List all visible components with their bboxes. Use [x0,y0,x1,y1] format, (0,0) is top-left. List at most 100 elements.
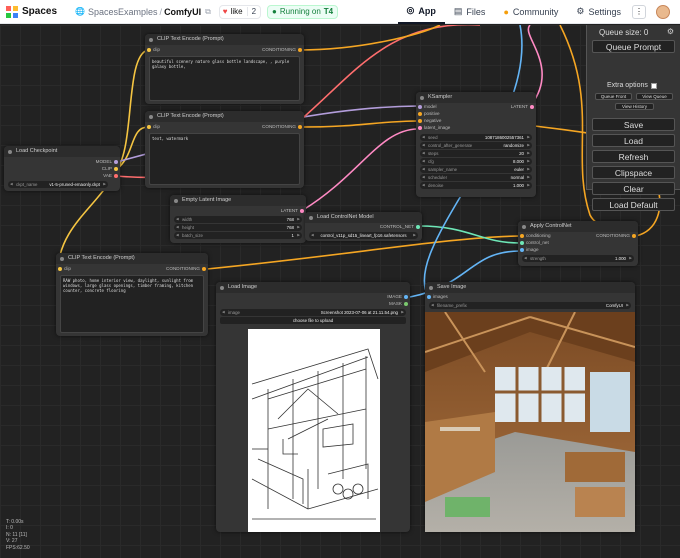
clip-text-encode-node-negative[interactable]: CLIP Text Encode (Prompt) clip CONDITION… [145,111,304,188]
port-label: IMAGE [387,294,402,299]
widget-label: strength [530,256,546,261]
control-net-output-port[interactable]: CONTROL_NET [380,224,422,230]
image-input-port[interactable]: image [518,247,539,253]
negative-input-port[interactable]: negative [416,118,441,124]
control-net-name-select[interactable]: control_v11p_sd15_lineart_fp16.safetenso… [309,232,418,239]
node-title[interactable]: Load Image [216,282,410,293]
load-controlnet-node[interactable]: Load ControlNet Model CONTROL_NET contro… [305,212,422,241]
width-widget[interactable]: width 768 [174,216,302,223]
tab-community[interactable]: ● Community [494,0,567,24]
queue-front-button[interactable]: Queue Front [595,93,632,100]
node-title[interactable]: CLIP Text Encode (Prompt) [56,253,208,264]
batch-size-widget[interactable]: batch_size 1 [174,232,302,239]
node-title[interactable]: CLIP Text Encode (Prompt) [145,34,304,45]
prompt-textarea[interactable]: beautiful scenery nature glass bottle la… [149,56,300,101]
ckpt-name-select[interactable]: ckpt_name v1-5-pruned-emaonly.ckpt [8,181,108,188]
status-badge[interactable]: ● Running on T4 [267,4,339,19]
widget-value: 1.000 [513,183,524,188]
load-button[interactable]: Load [592,134,675,147]
image-output-port[interactable]: IMAGE [387,294,410,300]
save-button[interactable]: Save [592,118,675,131]
clip-text-encode-node-top[interactable]: CLIP Text Encode (Prompt) clip CONDITION… [145,34,304,104]
load-default-button[interactable]: Load Default [592,198,675,211]
images-input-port[interactable]: images [425,294,448,300]
load-image-node[interactable]: Load Image IMAGE MASK image Screenshot 20… [216,282,410,532]
conditioning-output-port[interactable]: CONDITIONING [596,233,638,239]
spaces-logo[interactable]: Spaces [6,5,57,18]
like-label: like [230,7,243,16]
clear-button[interactable]: Clear [592,182,675,195]
height-widget[interactable]: height 768 [174,224,302,231]
latent-output-port[interactable]: LATENT [511,104,536,110]
clip-text-encode-node-positive[interactable]: CLIP Text Encode (Prompt) clip CONDITION… [56,253,208,336]
apply-controlnet-node[interactable]: Apply ControlNet conditioning control_ne… [518,221,638,266]
control-after-generate-widget[interactable]: control_after_generate randomize [420,142,532,149]
port-label: MODEL [95,159,112,164]
node-title[interactable]: Load Checkpoint [4,146,120,157]
clip-input-port[interactable]: clip [56,266,71,272]
graph-canvas[interactable]: CLIP Text Encode (Prompt) clip CONDITION… [0,25,680,558]
extra-options-checkbox[interactable] [650,82,657,89]
widget-label: steps [428,151,439,156]
conditioning-output-port[interactable]: CONDITIONING [262,124,304,130]
clip-input-port[interactable]: clip [145,47,160,53]
like-button[interactable]: ♥ like 2 [218,4,262,19]
node-title[interactable]: Empty Latent Image [170,195,306,206]
control-net-input-port[interactable]: control_net [518,240,549,246]
settings-gear-icon[interactable]: ⚙ [667,27,674,36]
denoise-widget[interactable]: denoise 1.000 [420,182,532,189]
model-output-port[interactable]: MODEL [96,159,120,165]
org-link[interactable]: SpacesExamples [88,7,158,17]
scheduler-widget[interactable]: scheduler normal [420,174,532,181]
vae-output-port[interactable]: VAE [103,173,120,179]
tab-files[interactable]: ▤ Files [445,0,495,24]
filename-prefix-widget[interactable]: filename_prefix ComfyUI [429,302,631,309]
view-queue-button[interactable]: View Queue [636,93,673,100]
conditioning-output-port[interactable]: CONDITIONING [166,266,208,272]
clip-output-port[interactable]: CLIP [102,166,120,172]
space-nav: ◎ App ▤ Files ● Community ⚙ Settings ⋮ [397,0,680,24]
extra-options[interactable]: Extra options [607,82,657,89]
node-title[interactable]: KSampler [416,92,536,103]
ksampler-node[interactable]: KSampler model positive negative latent_… [416,92,536,197]
model-input-port[interactable]: model [416,104,437,110]
node-title[interactable]: CLIP Text Encode (Prompt) [145,111,304,122]
view-history-button[interactable]: View History [615,103,654,110]
prompt-textarea[interactable]: text, watermark [149,133,300,185]
save-image-node[interactable]: Save Image images filename_prefix ComfyUI [425,282,635,532]
image-select-widget[interactable]: image Screenshot 2023-07-06 at 21.11.54.p… [220,309,406,316]
widget-value: 768 [286,225,294,230]
choose-file-button[interactable]: choose file to upload [220,317,406,324]
node-title[interactable]: Load ControlNet Model [305,212,422,223]
more-options-icon[interactable]: ⋮ [632,4,646,19]
conditioning-output-port[interactable]: CONDITIONING [262,47,304,53]
node-title[interactable]: Apply ControlNet [518,221,638,232]
strength-widget[interactable]: strength 1.000 [522,255,634,262]
render-stats: T: 0.00s I: 0 N: 11 [11] V: 27 FPS:62.50 [6,519,30,551]
clipspace-button[interactable]: Clipspace [592,166,675,179]
seed-widget[interactable]: seed 1087186002557361 [420,134,532,141]
cfg-widget[interactable]: cfg 8.000 [420,158,532,165]
steps-widget[interactable]: steps 20 [420,150,532,157]
mask-output-port[interactable]: MASK [389,301,410,307]
tab-app[interactable]: ◎ App [397,0,445,24]
clip-input-port[interactable]: clip [145,124,160,130]
load-checkpoint-node[interactable]: Load Checkpoint MODEL CLIP VAE ckpt_name… [4,146,120,191]
queue-prompt-button[interactable]: Queue Prompt [592,40,675,53]
port-label: image [526,247,539,252]
repo-link[interactable]: ComfyUI [164,7,201,17]
prompt-textarea[interactable]: RAW photo, home interior view, daylight,… [60,275,204,333]
widget-label: sampler_name [428,167,458,172]
conditioning-input-port[interactable]: conditioning [518,233,551,239]
user-avatar[interactable] [656,4,670,19]
sampler-name-widget[interactable]: sampler_name euler [420,166,532,173]
latent-image-input-port[interactable]: latent_image [416,125,450,131]
widget-value: 8.000 [513,159,524,164]
tab-settings[interactable]: ⚙ Settings [567,0,630,24]
refresh-button[interactable]: Refresh [592,150,675,163]
positive-input-port[interactable]: positive [416,111,440,117]
node-title[interactable]: Save Image [425,282,635,293]
copy-icon[interactable]: ⧉ [205,7,211,17]
empty-latent-image-node[interactable]: Empty Latent Image LATENT width 768 heigh… [170,195,306,243]
latent-output-port[interactable]: LATENT [281,208,306,214]
